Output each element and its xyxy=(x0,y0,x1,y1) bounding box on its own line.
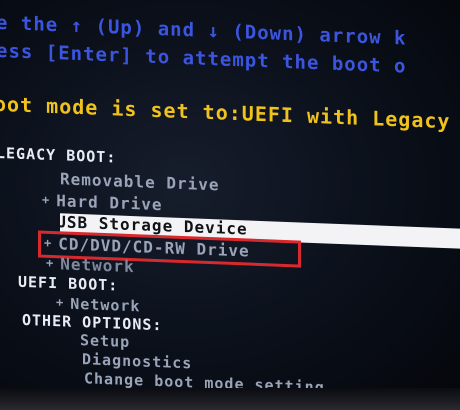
option-setup[interactable]: Setup xyxy=(80,331,130,351)
legacy-boot-heading: LEGACY BOOT: xyxy=(0,143,117,167)
expand-plus-icon: + xyxy=(56,295,65,310)
boot-option-label: Removable Drive xyxy=(60,169,220,195)
bios-boot-menu-screen: e the ↑ (Up) and ↓ (Down) arrow k ess [E… xyxy=(0,0,460,410)
expand-plus-icon: + xyxy=(46,255,55,271)
boot-option-network-legacy[interactable]: + Network xyxy=(46,254,135,276)
boot-option-hard-drive[interactable]: + Hard Drive xyxy=(42,191,163,215)
boot-menu-content: e the ↑ (Up) and ↓ (Down) arrow k ess [E… xyxy=(0,0,460,410)
boot-mode-status: oot mode is set to:UEFI with Legacy xyxy=(0,91,451,134)
expand-plus-icon: + xyxy=(42,213,51,228)
boot-option-removable-drive[interactable]: Removable Drive xyxy=(60,169,220,194)
expand-plus-icon: + xyxy=(42,192,51,207)
uefi-boot-heading: UEFI BOOT: xyxy=(18,272,119,295)
boot-option-label: Hard Drive xyxy=(56,191,163,215)
monitor-bezel xyxy=(0,388,460,410)
boot-option-label: Network xyxy=(60,254,135,277)
